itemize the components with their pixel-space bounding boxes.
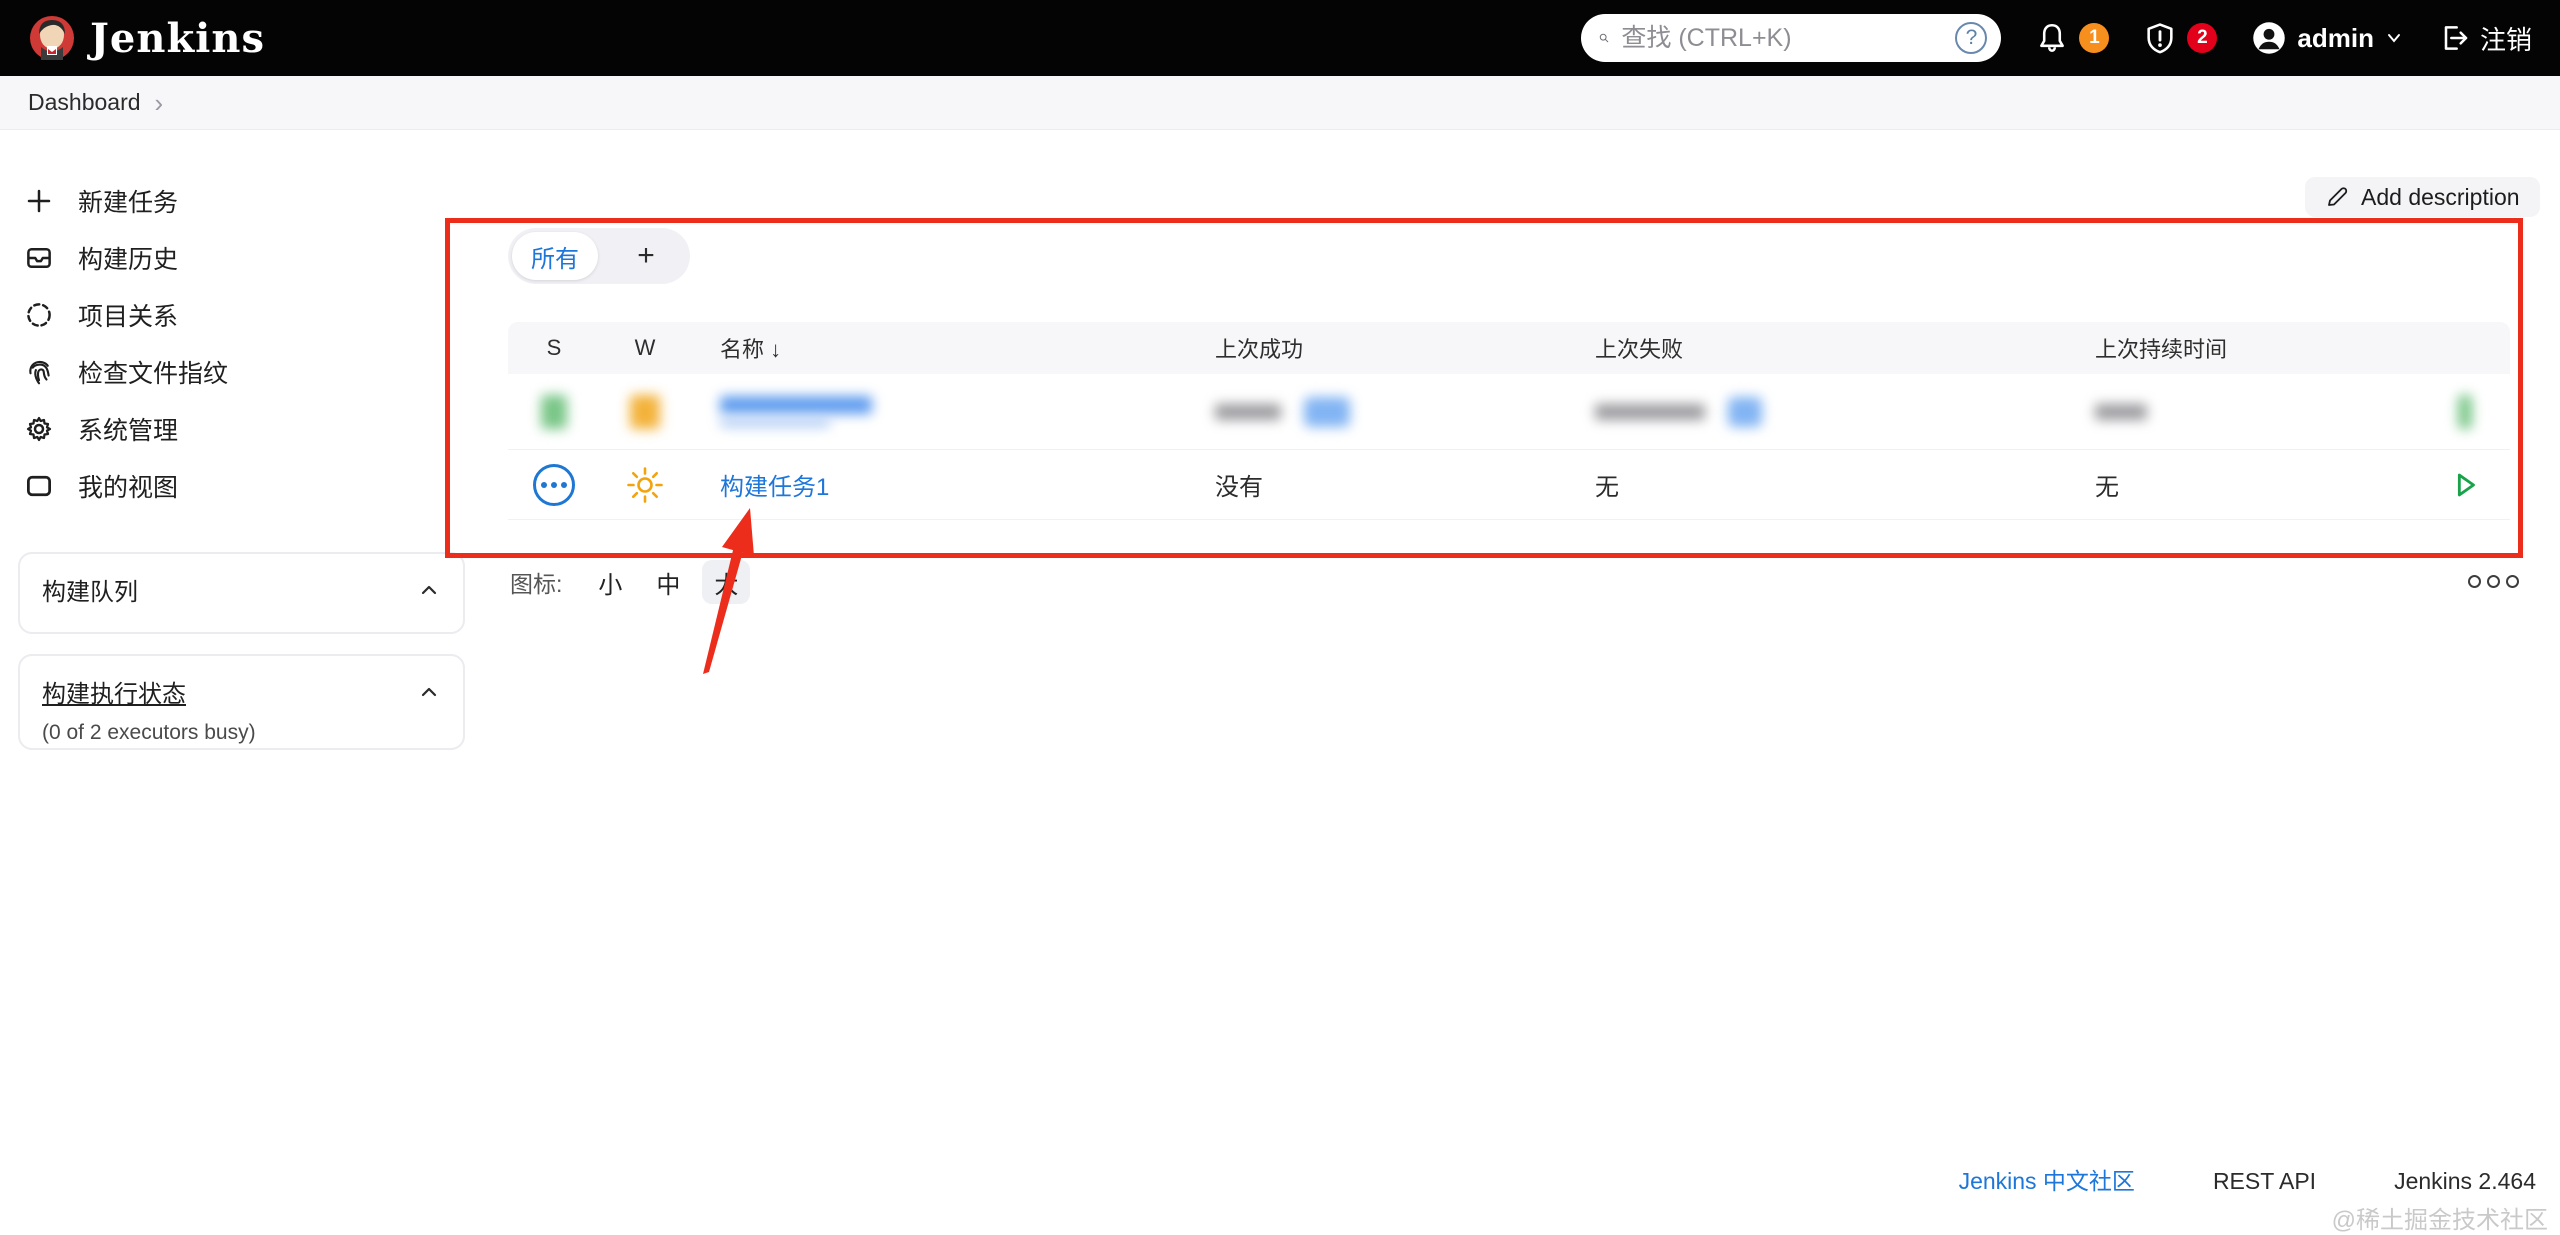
sort-descending-icon: ↓ <box>770 337 782 362</box>
sidebar-item-label: 检查文件指纹 <box>78 359 229 388</box>
sidebar-item-manage-jenkins[interactable]: 系统管理 <box>24 400 454 457</box>
job-last-success: 没有 <box>1215 474 1263 501</box>
plus-icon <box>27 189 51 212</box>
security-badge: 2 <box>2187 23 2218 53</box>
job-name-sub-blurred <box>720 419 830 427</box>
footer-version: Jenkins 2.464 <box>2394 1168 2536 1194</box>
icon-size-large-button[interactable]: 大 <box>702 560 751 604</box>
sidebar-item-label: 我的视图 <box>78 473 179 502</box>
icon-size-label: 图标: <box>510 571 563 597</box>
jenkins-logo[interactable]: Jenkins <box>28 14 265 62</box>
overflow-menu-icon[interactable] <box>2468 575 2519 588</box>
sidebar-item-new-job[interactable]: 新建任务 <box>24 172 454 229</box>
add-description-label: Add description <box>2361 183 2520 210</box>
col-status-header[interactable]: S <box>508 335 600 361</box>
build-history-icon <box>27 247 51 268</box>
col-name-header[interactable]: 名称 ↓ <box>690 332 1185 364</box>
sidebar-item-project-relationship[interactable]: 项目关系 <box>24 286 454 343</box>
action-blob-blurred <box>2458 394 2472 429</box>
col-last-failure-header[interactable]: 上次失败 <box>1565 332 2065 364</box>
last-duration-blurred <box>2095 404 2147 421</box>
last-failure-blurred <box>1595 403 1705 420</box>
sidebar-item-label: 系统管理 <box>78 416 179 445</box>
jenkins-dashboard: Jenkins ? 1 2 <box>0 0 2560 1234</box>
build-queue-panel: 构建队列 <box>18 552 465 634</box>
footer-rest-api-link[interactable]: REST API <box>2213 1168 2316 1195</box>
collapse-chevron-icon[interactable] <box>417 680 441 704</box>
footer: Jenkins 中文社区 REST API Jenkins 2.464 <box>1959 1162 2536 1196</box>
shield-warning-icon <box>2147 23 2174 54</box>
job-link[interactable]: 构建任务1 <box>720 474 829 501</box>
sidebar-item-check-fingerprint[interactable]: 检查文件指纹 <box>24 343 454 400</box>
footer-community-link[interactable]: Jenkins 中文社区 <box>1959 1162 2135 1196</box>
search-box[interactable]: ? <box>1581 14 2002 62</box>
top-bar: Jenkins ? 1 2 <box>0 0 2560 76</box>
executor-status-link[interactable]: 构建执行状态 <box>42 674 186 709</box>
build-number-badge-blurred <box>1727 396 1762 427</box>
search-help-icon[interactable]: ? <box>1955 22 1988 54</box>
logout-button[interactable]: 注销 <box>2438 20 2532 57</box>
build-number-badge-blurred <box>1303 396 1350 427</box>
sidebar-item-label: 项目关系 <box>78 302 179 331</box>
status-blob-blurred <box>541 394 567 429</box>
sidebar-item-label: 构建历史 <box>78 245 179 274</box>
build-queue-title: 构建队列 <box>42 579 138 606</box>
project-relationship-icon <box>27 302 51 327</box>
avatar-icon <box>2253 22 2286 54</box>
executor-status-panel: 构建执行状态 (0 of 2 executors busy) <box>18 654 465 750</box>
tab-new-view[interactable]: + <box>602 228 690 284</box>
sidebar-item-my-views[interactable]: 我的视图 <box>24 457 454 514</box>
jenkins-butler-icon <box>30 16 74 60</box>
run-build-icon[interactable] <box>2448 468 2482 502</box>
status-never-built-icon[interactable] <box>533 463 575 506</box>
breadcrumb-chevron-icon: › <box>154 87 164 118</box>
my-views-icon <box>27 475 51 496</box>
pencil-icon <box>2328 187 2348 206</box>
table-row-blurred[interactable] <box>508 374 2510 450</box>
sidebar-item-label: 新建任务 <box>78 188 179 217</box>
notifications-button[interactable]: 1 <box>2035 21 2110 55</box>
col-last-success-header[interactable]: 上次成功 <box>1185 332 1565 364</box>
logo-text: Jenkins <box>90 14 265 62</box>
col-last-duration-header[interactable]: 上次持续时间 <box>2065 332 2420 364</box>
fingerprint-icon <box>29 360 50 384</box>
sidebar: 新建任务 构建历史 项目关系 检查文件指纹 系统管理 我的视图 <box>24 172 454 514</box>
username-label: admin <box>2297 22 2374 53</box>
logout-icon <box>2444 26 2468 50</box>
add-description-button[interactable]: Add description <box>2305 177 2540 217</box>
job-last-failure: 无 <box>1595 474 1619 501</box>
notification-badge: 1 <box>2079 23 2110 53</box>
job-name-blurred <box>720 396 872 414</box>
chevron-down-icon <box>2387 34 2400 43</box>
search-input[interactable] <box>1621 23 1944 53</box>
user-menu[interactable]: admin <box>2251 20 2404 56</box>
weather-sunny-icon <box>627 466 663 503</box>
tab-all-label: 所有 <box>531 245 579 273</box>
job-table: S W 名称 ↓ 上次成功 上次失败 上次持续时间 构建任务1 没有 无 无 <box>508 322 2510 520</box>
search-icon <box>1600 33 1609 43</box>
job-last-duration: 无 <box>2095 474 2119 501</box>
icon-size-medium-button[interactable]: 中 <box>644 560 692 604</box>
executor-status-subtitle: (0 of 2 executors busy) <box>42 721 256 744</box>
icon-size-bar: 图标: 小 中 大 <box>510 560 751 604</box>
breadcrumb-dashboard[interactable]: Dashboard <box>28 89 141 116</box>
security-alerts-button[interactable]: 2 <box>2143 21 2218 55</box>
weather-blob-blurred <box>630 394 660 429</box>
view-tabs: 所有 + <box>508 228 690 284</box>
logout-label: 注销 <box>2479 24 2532 55</box>
collapse-chevron-icon[interactable] <box>417 578 441 602</box>
breadcrumb: Dashboard › <box>0 76 2560 130</box>
icon-size-small-button[interactable]: 小 <box>586 560 634 604</box>
tab-all[interactable]: 所有 <box>512 232 598 280</box>
last-success-blurred <box>1215 403 1281 420</box>
sidebar-item-build-history[interactable]: 构建历史 <box>24 229 454 286</box>
table-header-row: S W 名称 ↓ 上次成功 上次失败 上次持续时间 <box>508 322 2510 374</box>
col-weather-header[interactable]: W <box>600 335 690 361</box>
gear-icon <box>26 416 52 441</box>
bell-icon <box>2040 23 2065 53</box>
table-row-job1: 构建任务1 没有 无 无 <box>508 450 2510 520</box>
